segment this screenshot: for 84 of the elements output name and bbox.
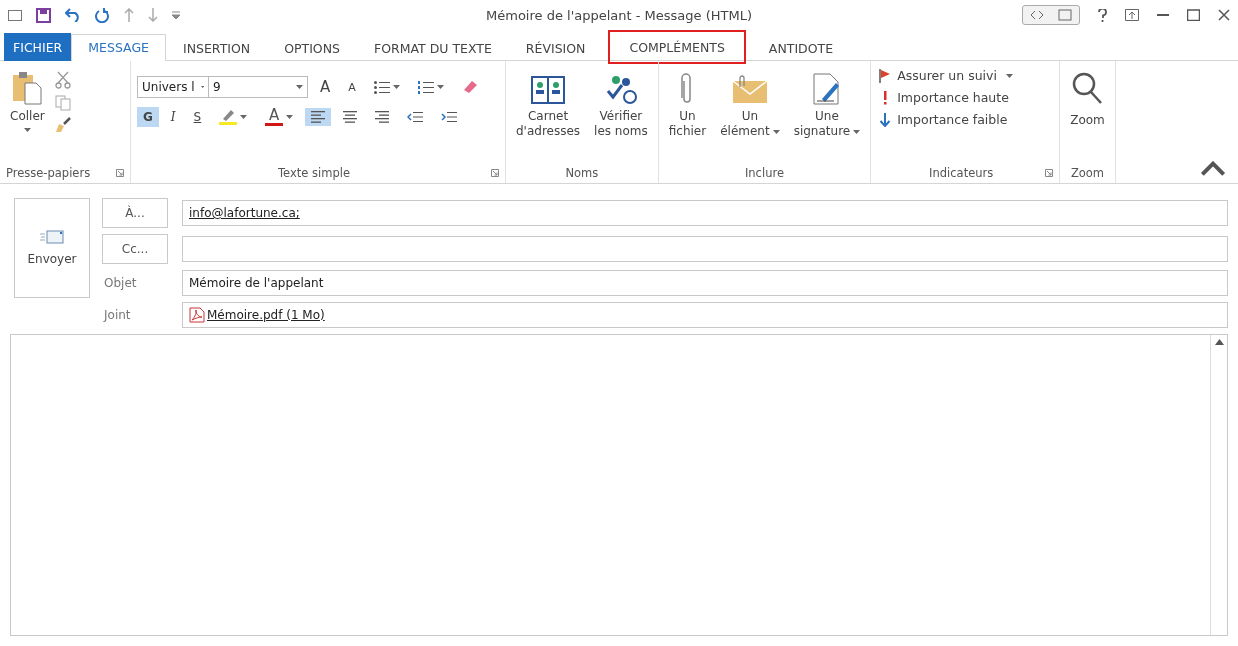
caret-icon	[286, 115, 294, 119]
to-button[interactable]: À...	[102, 198, 168, 228]
underline-button[interactable]: S	[187, 107, 208, 127]
book-button[interactable]: Carnet d'adresses	[512, 65, 585, 163]
envelope-icon	[731, 75, 768, 105]
to-field[interactable]: info@lafortune.ca;	[182, 200, 1228, 226]
group-label: Texte simple	[278, 166, 350, 180]
customize-icon[interactable]	[172, 10, 180, 20]
paste-button[interactable]: Coller	[6, 65, 49, 163]
grow-font-button[interactable]: A	[314, 75, 337, 99]
caret-icon	[436, 85, 444, 89]
caret-icon	[296, 85, 303, 89]
shrink-font-button[interactable]: A	[342, 77, 362, 97]
zoom-button[interactable]: Zoom	[1066, 65, 1109, 163]
envelope-button[interactable]: Un élément	[716, 65, 784, 163]
scissors-icon[interactable]	[54, 71, 71, 89]
group-label: Inclure	[744, 166, 784, 180]
dialog-launcher-icon[interactable]	[116, 169, 124, 177]
save-icon[interactable]	[36, 7, 51, 23]
down-arrow-icon	[879, 112, 892, 127]
view-toggle[interactable]	[1022, 5, 1080, 25]
caret-icon	[392, 85, 400, 89]
pdf-icon	[189, 307, 205, 323]
clip-button[interactable]: Un fichier	[664, 65, 711, 163]
cc-button[interactable]: Cc...	[102, 234, 168, 264]
signature-document-icon	[811, 73, 842, 105]
flag-button[interactable]: Assurer un suivi	[877, 67, 1015, 84]
help-icon[interactable]	[1098, 8, 1107, 22]
brush-icon[interactable]	[54, 117, 71, 133]
clipboard-icon	[11, 69, 44, 105]
high-button[interactable]: Importance haute	[877, 89, 1015, 106]
caret-icon	[23, 128, 31, 132]
italic-button[interactable]: I	[164, 107, 182, 127]
check-button[interactable]: Vérifier les noms	[590, 65, 652, 163]
dialog-launcher-icon[interactable]	[491, 169, 499, 177]
font-color-button[interactable]: A	[259, 105, 300, 129]
ribbon-tab[interactable]: ANTIDOTE	[751, 35, 851, 61]
font-size-dropdown[interactable]: 9	[208, 76, 308, 98]
group-label: Presse-papiers	[6, 166, 91, 180]
bold-button[interactable]: G	[137, 107, 159, 127]
attachment-link[interactable]: Mémoire.pdf (1 Mo)	[207, 308, 325, 322]
flag-icon	[879, 68, 892, 83]
redo-icon[interactable]	[95, 7, 110, 23]
window-title: Mémoire de l'appelant - Message (HTML)	[486, 8, 752, 23]
subject-label: Objet	[103, 276, 138, 290]
group-label: Zoom	[1070, 166, 1105, 180]
maximize-icon[interactable]	[1187, 9, 1200, 21]
caret-icon	[240, 115, 248, 119]
attachment-label: Joint	[102, 308, 132, 322]
bullet-list-icon	[373, 80, 390, 94]
align-center-icon	[343, 111, 358, 123]
ribbon-tab[interactable]: MESSAGE	[71, 34, 166, 61]
align-left-icon	[311, 111, 326, 123]
signature-button[interactable]: Une signature	[789, 65, 865, 163]
outdent-icon	[407, 111, 424, 123]
scroll-up-icon[interactable]	[1214, 339, 1224, 345]
cc-field[interactable]	[182, 236, 1228, 262]
numbered-list-icon	[417, 80, 434, 94]
font-dropdown[interactable]: Univers l	[137, 76, 209, 98]
address-book-icon	[531, 75, 566, 105]
caret-icon	[200, 85, 204, 89]
group-label: Indicateurs	[929, 166, 994, 180]
ribbon-tab[interactable]: FORMAT DU TEXTE	[357, 35, 509, 61]
subject-field[interactable]: Mémoire de l'appelant	[182, 270, 1228, 296]
ribbon-display-icon[interactable]	[1125, 9, 1139, 21]
group-label: Noms	[565, 166, 599, 180]
align-right-icon	[375, 111, 390, 123]
ribbon-tab[interactable]: INSERTION	[166, 35, 268, 61]
close-icon[interactable]	[1218, 9, 1230, 21]
ribbon-tab[interactable]: RÉVISION	[508, 35, 603, 61]
file-tab[interactable]: FICHIER	[4, 33, 72, 61]
undo-icon[interactable]	[65, 8, 81, 22]
indent-icon	[441, 111, 458, 123]
magnifier-icon	[1071, 71, 1104, 105]
align-left-button[interactable]	[305, 108, 332, 126]
envelope-icon[interactable]	[8, 9, 22, 21]
dialog-launcher-icon[interactable]	[1045, 169, 1054, 177]
ribbon-tab[interactable]: OPTIONS	[267, 35, 357, 61]
send-button[interactable]: Envoyer	[14, 198, 90, 298]
low-button[interactable]: Importance faible	[877, 111, 1015, 128]
eraser-icon	[461, 80, 478, 94]
envelope-icon	[40, 230, 64, 244]
highlighter-icon	[219, 109, 238, 125]
attachment-field[interactable]: Mémoire.pdf (1 Mo)	[182, 302, 1228, 328]
